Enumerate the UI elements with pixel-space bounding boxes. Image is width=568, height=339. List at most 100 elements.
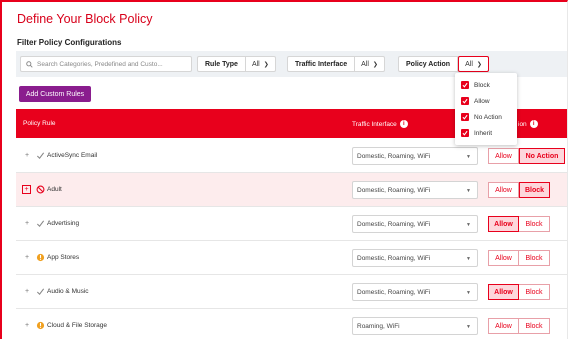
header-traffic-interface: Traffic Interface i	[352, 120, 408, 128]
policy-action-filter[interactable]: Policy Action All ❯	[398, 56, 489, 72]
block-button[interactable]: Block	[519, 250, 550, 266]
blocked-icon	[36, 185, 45, 194]
check-icon	[36, 152, 45, 160]
expand-icon[interactable]: +	[23, 254, 31, 262]
block-button[interactable]: Block	[519, 318, 550, 334]
header-policy-rule-label: Policy Rule	[23, 120, 56, 127]
allow-button[interactable]: Allow	[488, 182, 519, 198]
option-label: Block	[474, 81, 490, 89]
option-label: No Action	[474, 113, 502, 121]
chevron-down-icon: ❯	[476, 61, 482, 68]
policy-action-select[interactable]: All ❯	[458, 56, 489, 72]
table-row: + App Stores Domestic, Roaming, WiFi ▼ Al…	[16, 241, 567, 275]
header-traffic-interface-label: Traffic Interface	[352, 120, 397, 128]
traffic-interface-select[interactable]: All ❯	[355, 57, 384, 71]
check-icon	[36, 220, 45, 228]
rule-name: App Stores	[47, 254, 80, 261]
allow-button[interactable]: Allow	[488, 216, 519, 232]
expand-icon[interactable]: +	[23, 152, 31, 160]
traffic-interface-select[interactable]: Roaming, WiFi ▼	[352, 317, 478, 335]
allow-button[interactable]: Allow	[488, 318, 519, 334]
expand-icon[interactable]: +	[23, 288, 31, 296]
traffic-interface-value: Domestic, Roaming, WiFi	[357, 254, 431, 262]
traffic-interface-select[interactable]: Domestic, Roaming, WiFi ▼	[352, 249, 478, 267]
traffic-interface-value: Domestic, Roaming, WiFi	[357, 220, 431, 228]
chevron-down-icon: ❯	[372, 61, 378, 68]
allow-button[interactable]: Allow	[488, 284, 519, 300]
rule-name: Cloud & File Storage	[47, 322, 107, 329]
rule-name: Adult	[47, 186, 62, 193]
info-icon[interactable]: i	[399, 120, 408, 128]
block-button[interactable]: Block	[519, 216, 550, 232]
table-row: + Audio & Music Domestic, Roaming, WiFi ▼…	[16, 275, 567, 309]
caret-down-icon: ▼	[466, 188, 471, 194]
rule-type-value: All	[251, 60, 260, 68]
rule-name: Audio & Music	[47, 288, 89, 295]
rule-name: Advertising	[47, 220, 80, 227]
rule-name: ActiveSync Email	[47, 152, 98, 159]
action-toggle: Allow Block	[488, 250, 550, 266]
search-icon	[26, 60, 33, 68]
header-action-label: ion	[518, 120, 527, 128]
chevron-down-icon: ❯	[263, 61, 269, 68]
check-icon	[36, 288, 45, 296]
traffic-interface-value: Domestic, Roaming, WiFi	[357, 152, 431, 160]
rule-type-filter[interactable]: Rule Type All ❯	[197, 56, 276, 72]
rule-type-select[interactable]: All ❯	[246, 57, 275, 71]
table-row: + Advertising Domestic, Roaming, WiFi ▼ A…	[16, 207, 567, 241]
policy-panel: Define Your Block Policy Filter Policy C…	[0, 0, 568, 339]
action-toggle: Allow Block	[488, 318, 550, 334]
allow-button[interactable]: Allow	[488, 250, 519, 266]
checkbox-checked-icon[interactable]	[461, 113, 469, 121]
traffic-interface-label: Traffic Interface	[288, 57, 356, 71]
traffic-interface-value: Roaming, WiFi	[357, 322, 400, 330]
table-row: + Cloud & File Storage Roaming, WiFi ▼ Al…	[16, 309, 567, 339]
allow-button[interactable]: Allow	[488, 148, 519, 164]
caret-down-icon: ▼	[466, 290, 471, 296]
search-placeholder: Search Categories, Predefined and Custo.…	[37, 60, 163, 68]
traffic-interface-select[interactable]: Domestic, Roaming, WiFi ▼	[352, 147, 478, 165]
caret-down-icon: ▼	[466, 222, 471, 228]
no-action-button[interactable]: No Action	[519, 148, 565, 164]
option-label: Inherit	[474, 129, 493, 137]
traffic-interface-value: Domestic, Roaming, WiFi	[357, 288, 431, 296]
option-allow[interactable]: Allow	[461, 96, 490, 106]
action-toggle: Allow Block	[488, 284, 550, 300]
header-action: ion i	[518, 120, 538, 128]
caret-down-icon: ▼	[466, 154, 471, 160]
page-title: Define Your Block Policy	[17, 12, 153, 26]
checkbox-checked-icon[interactable]	[461, 81, 469, 89]
policy-action-label: Policy Action	[399, 57, 459, 71]
traffic-interface-select[interactable]: Domestic, Roaming, WiFi ▼	[352, 215, 478, 233]
policy-action-value: All	[465, 60, 473, 68]
checkbox-checked-icon[interactable]	[461, 129, 469, 137]
option-inherit[interactable]: Inherit	[461, 128, 492, 138]
action-toggle: Allow No Action	[488, 148, 565, 164]
traffic-interface-filter[interactable]: Traffic Interface All ❯	[287, 56, 385, 72]
section-subtitle: Filter Policy Configurations	[17, 38, 122, 47]
option-no-action[interactable]: No Action	[461, 112, 502, 122]
warning-icon	[36, 321, 45, 330]
expand-icon[interactable]: +	[22, 185, 31, 194]
info-icon[interactable]: i	[529, 120, 538, 128]
action-toggle: Allow Block	[488, 216, 550, 232]
caret-down-icon: ▼	[466, 256, 471, 262]
traffic-interface-select[interactable]: Domestic, Roaming, WiFi ▼	[352, 283, 478, 301]
expand-icon[interactable]: +	[23, 220, 31, 228]
search-input[interactable]: Search Categories, Predefined and Custo.…	[20, 56, 192, 72]
option-label: Allow	[474, 97, 490, 105]
expand-icon[interactable]: +	[23, 322, 31, 330]
traffic-interface-value: Domestic, Roaming, WiFi	[357, 186, 431, 194]
option-block[interactable]: Block	[461, 80, 490, 90]
table-row: + Adult Domestic, Roaming, WiFi ▼ Allow B…	[16, 173, 567, 207]
action-toggle: Allow Block	[488, 182, 550, 198]
traffic-interface-value: All	[361, 60, 369, 68]
traffic-interface-select[interactable]: Domestic, Roaming, WiFi ▼	[352, 181, 478, 199]
header-policy-rule: Policy Rule	[23, 120, 56, 127]
add-custom-rules-button[interactable]: Add Custom Rules	[19, 86, 91, 102]
checkbox-checked-icon[interactable]	[461, 97, 469, 105]
warning-icon	[36, 253, 45, 262]
rule-type-label: Rule Type	[198, 57, 246, 71]
block-button[interactable]: Block	[519, 182, 550, 198]
block-button[interactable]: Block	[519, 284, 550, 300]
